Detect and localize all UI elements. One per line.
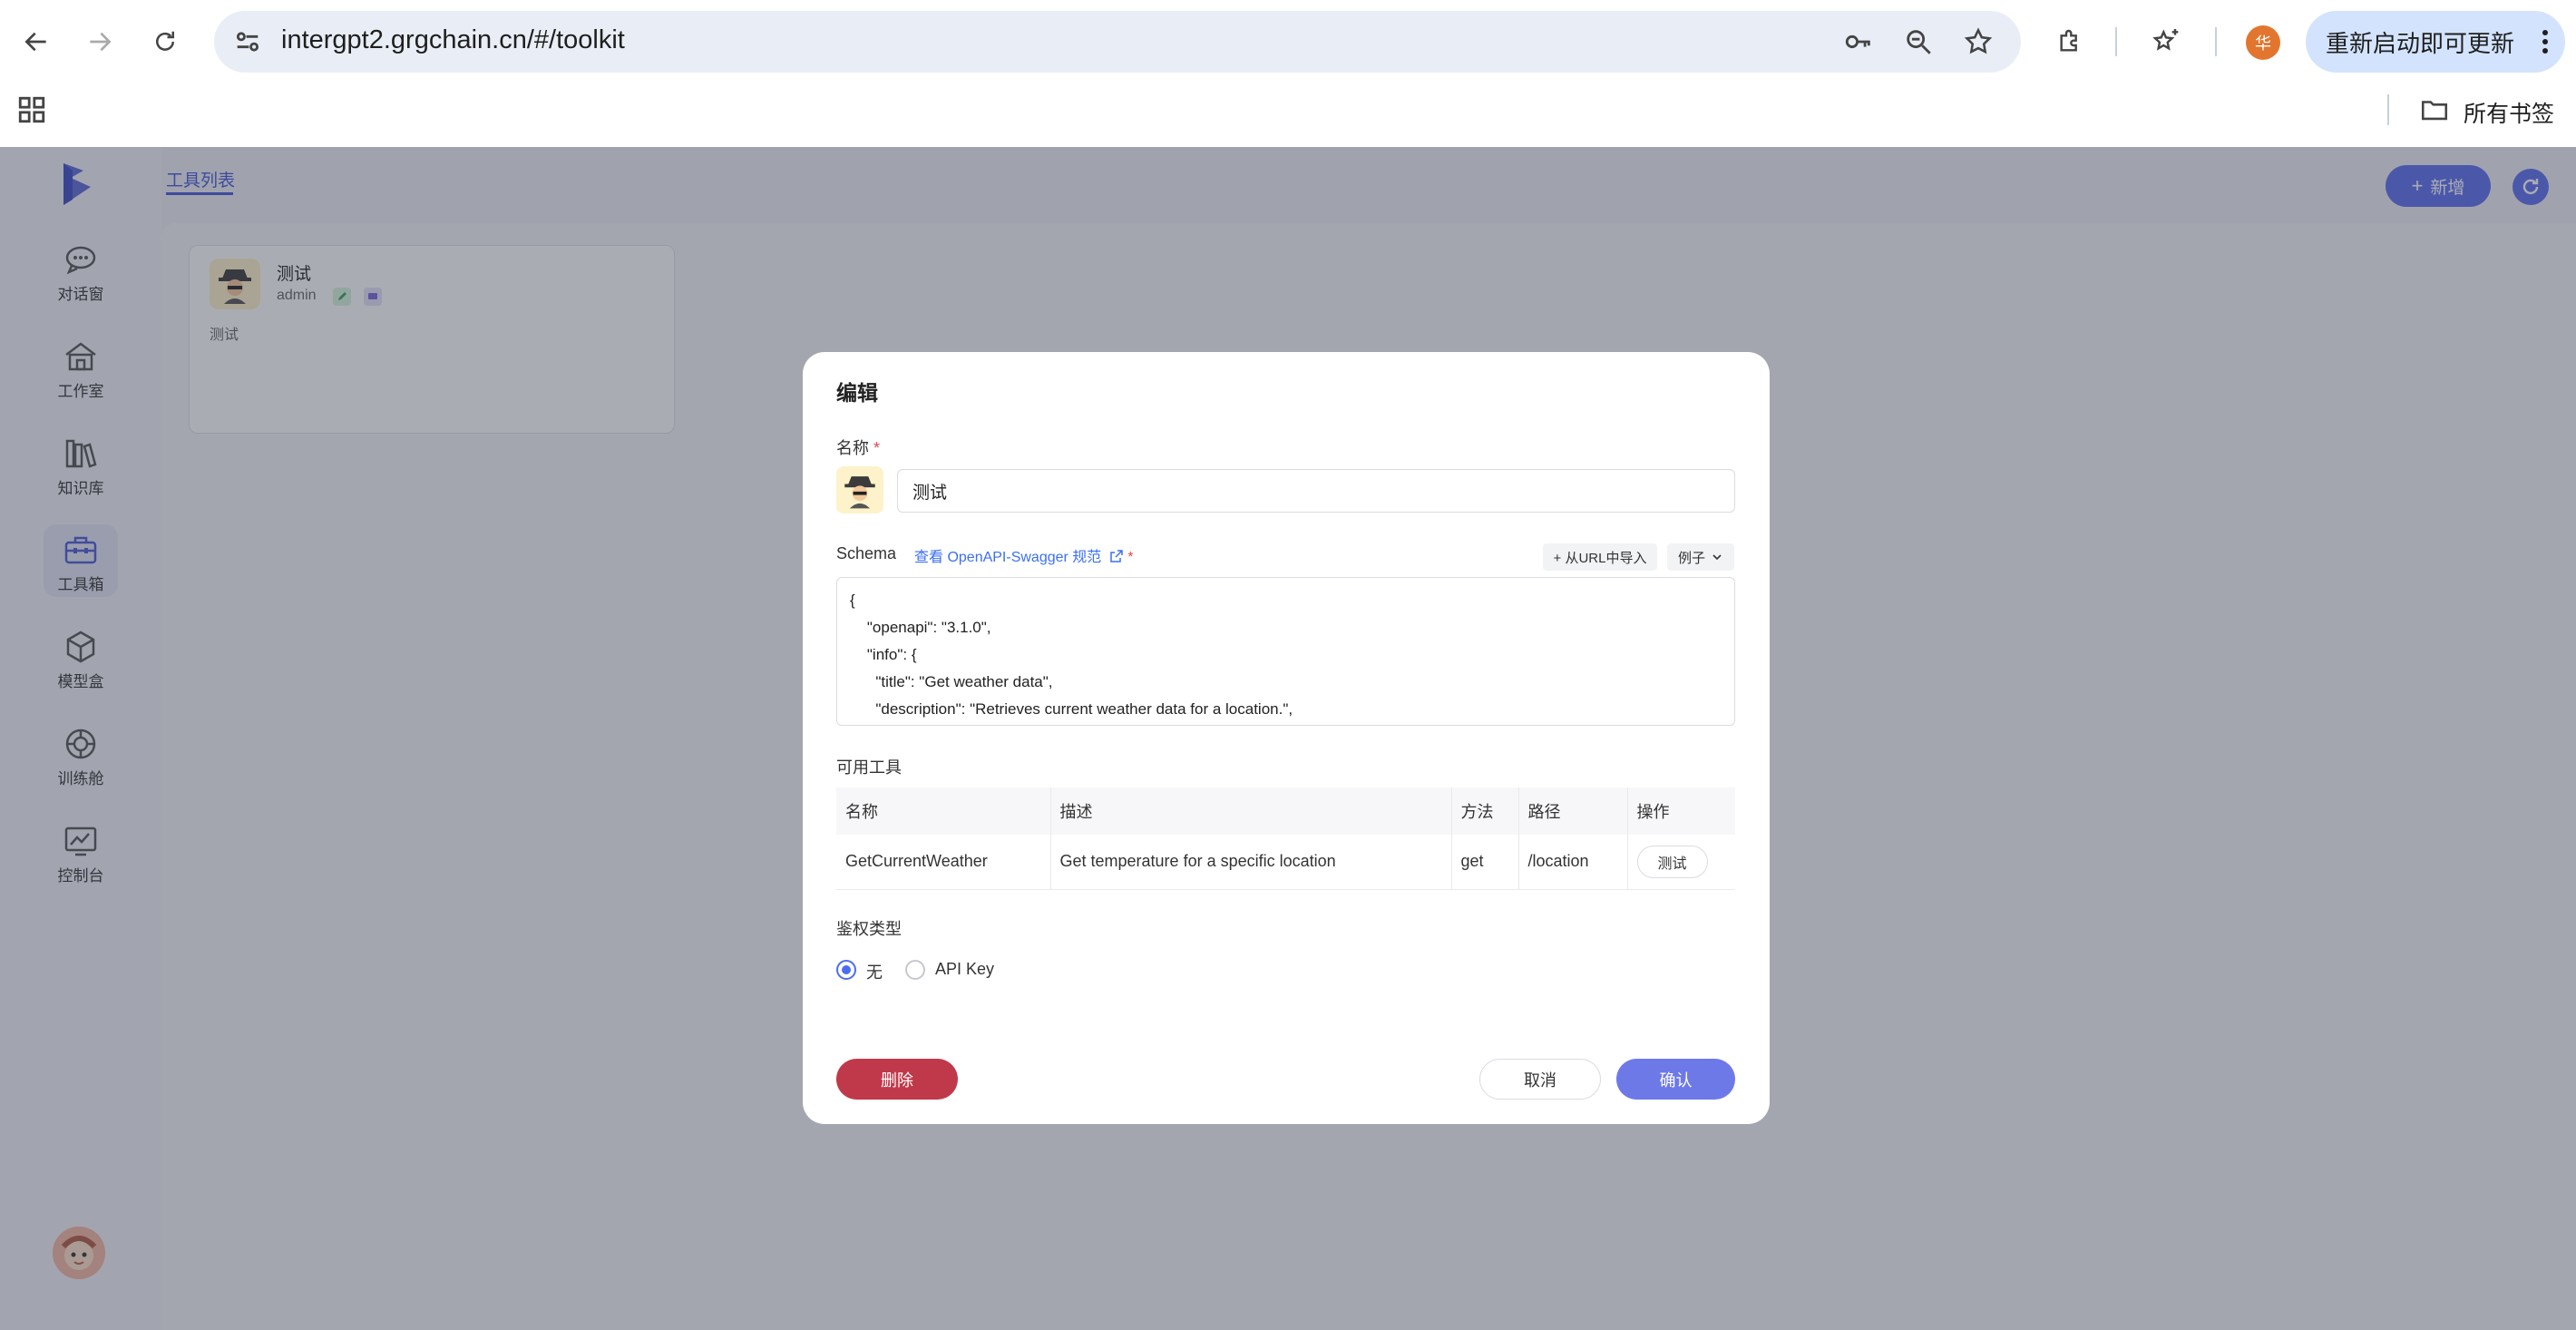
- apps-grid-icon[interactable]: [16, 94, 47, 125]
- test-tool-button[interactable]: 测试: [1636, 845, 1708, 878]
- dialog-title: 编辑: [836, 381, 878, 405]
- bookmarks-bar: [0, 83, 2576, 147]
- import-from-url-button[interactable]: + 从URL中导入: [1543, 543, 1657, 571]
- col-header-method: 方法: [1451, 787, 1519, 835]
- example-dropdown[interactable]: 例子: [1667, 543, 1734, 571]
- profile-avatar[interactable]: 华: [2246, 25, 2280, 60]
- extensions-icon[interactable]: [2048, 20, 2092, 64]
- folder-icon[interactable]: [2418, 94, 2451, 125]
- toolbar-divider: [2115, 27, 2117, 56]
- forward-icon[interactable]: [78, 20, 122, 64]
- example-label: 例子: [1677, 550, 1705, 566]
- table-header-row: 名称 描述 方法 路径 操作: [836, 787, 1735, 835]
- col-header-path: 路径: [1518, 787, 1628, 835]
- tools-table: 名称 描述 方法 路径 操作 GetCurrentWeather Get tem…: [836, 787, 1735, 890]
- delete-button[interactable]: 删除: [836, 1059, 958, 1100]
- bookmarks-divider: [2387, 94, 2389, 125]
- col-header-desc: 描述: [1050, 787, 1452, 835]
- cell-path: /location: [1518, 835, 1628, 890]
- update-label: 重新启动即可更新: [2326, 29, 2515, 57]
- bookmarks-icon[interactable]: [2144, 20, 2188, 64]
- required-mark: *: [873, 439, 881, 457]
- required-mark: *: [1127, 550, 1134, 565]
- url-text[interactable]: intergpt2.grgchain.cn/#/toolkit: [281, 25, 625, 55]
- cell-desc: Get temperature for a specific location: [1050, 835, 1452, 890]
- schema-textarea[interactable]: { "openapi": "3.1.0", "info": { "title":…: [836, 577, 1735, 726]
- more-icon[interactable]: [2542, 29, 2549, 54]
- auth-apikey-radio[interactable]: [905, 960, 925, 980]
- external-link-icon: [1110, 550, 1123, 562]
- edit-dialog: 编辑 名称 * 测试 Schema 查看 OpenAPI-Swagger 规范 …: [803, 352, 1770, 1124]
- address-bar[interactable]: intergpt2.grgchain.cn/#/toolkit: [214, 11, 2021, 73]
- table-row: GetCurrentWeather Get temperature for a …: [836, 835, 1735, 890]
- cell-method: get: [1451, 835, 1519, 890]
- key-icon[interactable]: [1843, 26, 1874, 57]
- confirm-button[interactable]: 确认: [1616, 1059, 1735, 1100]
- auth-apikey-label[interactable]: API Key: [935, 960, 994, 979]
- col-header-name: 名称: [836, 787, 1051, 835]
- name-input[interactable]: 测试: [897, 469, 1735, 513]
- name-field-label: 名称 *: [836, 439, 881, 457]
- auth-none-radio[interactable]: [836, 960, 856, 980]
- col-header-action: 操作: [1627, 787, 1735, 835]
- browser-toolbar: intergpt2.grgchain.cn/#/toolkit 华 重新启动即可…: [0, 0, 2576, 83]
- tools-label: 可用工具: [836, 758, 902, 777]
- toolbar-divider: [2215, 27, 2217, 56]
- tool-avatar-picker[interactable]: [836, 466, 883, 513]
- cancel-button[interactable]: 取消: [1479, 1059, 1601, 1100]
- reload-icon[interactable]: [143, 20, 187, 64]
- back-icon[interactable]: [15, 20, 58, 64]
- cell-action: 测试: [1627, 835, 1735, 890]
- update-button[interactable]: 重新启动即可更新: [2306, 11, 2565, 73]
- swagger-link[interactable]: 查看 OpenAPI-Swagger 规范 *: [914, 544, 1133, 566]
- auth-none-label[interactable]: 无: [866, 960, 883, 983]
- star-icon[interactable]: [1963, 26, 1994, 57]
- auth-type-label: 鉴权类型: [836, 920, 902, 938]
- site-settings-icon[interactable]: [232, 26, 263, 57]
- zoom-icon[interactable]: [1903, 26, 1934, 57]
- all-bookmarks-label[interactable]: 所有书签: [2464, 96, 2554, 129]
- chevron-down-icon: [1712, 554, 1722, 561]
- schema-label: Schema: [836, 544, 897, 562]
- cell-name: GetCurrentWeather: [836, 835, 1051, 890]
